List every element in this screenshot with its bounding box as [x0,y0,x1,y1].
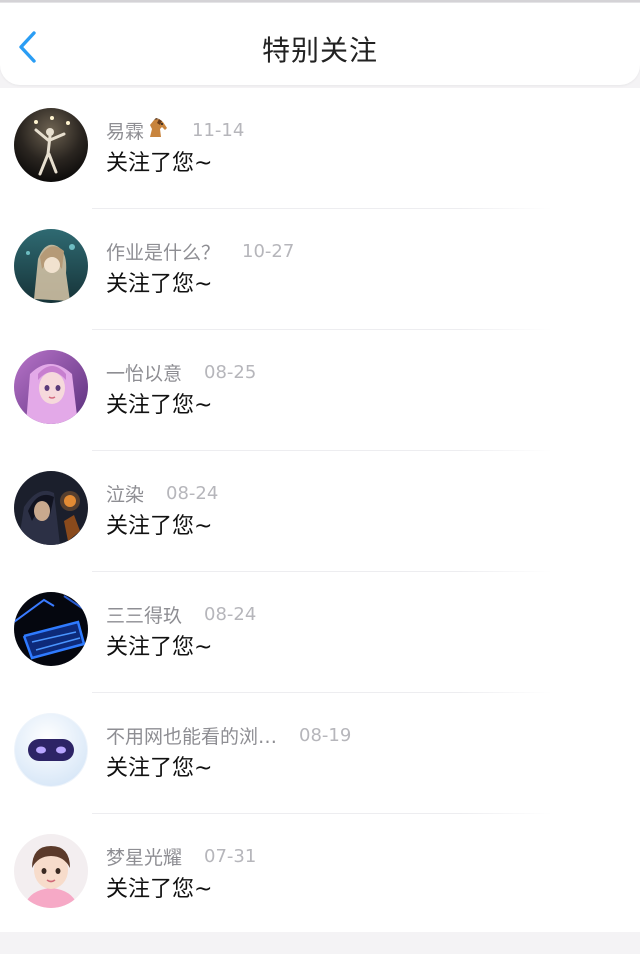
avatar[interactable] [14,350,88,424]
item-message: 关注了您~ [106,635,213,660]
user-name: 泣染 [106,483,145,506]
item-meta: 三三得玖 08-24 [106,600,256,628]
user-name: 不用网也能看的浏… [106,725,278,748]
item-date: 08-25 [204,361,257,383]
avatar[interactable] [14,471,88,545]
user-name: 梦星光耀 [106,846,183,869]
item-message: 关注了您~ [106,756,213,781]
anime-purple-avatar-image [14,350,88,424]
avatar[interactable] [14,713,88,787]
item-meta: 泣染 08-24 [106,479,218,507]
user-name: 易霖 [106,120,145,143]
item-date: 08-24 [166,482,219,504]
blue-neon-avatar-image [14,592,88,666]
item-message: 关注了您~ [106,151,213,176]
nav-header: 特别关注 [0,2,640,85]
item-meta: 不用网也能看的浏… 08-19 [106,721,351,749]
item-message: 关注了您~ [106,393,213,418]
user-name: 三三得玖 [106,604,183,627]
user-name: 作业是什么？ [106,241,221,264]
list-item[interactable]: 泣染 08-24 关注了您~ [0,451,640,572]
item-meta: 作业是什么？ 10-27 [106,237,294,265]
item-message: 关注了您~ [106,272,213,297]
item-meta: 一怡以意 08-25 [106,358,256,386]
item-message: 关注了您~ [106,514,213,539]
item-meta: 梦星光耀 07-31 [106,842,256,870]
list-item[interactable]: 梦星光耀 07-31 关注了您~ [0,814,640,935]
robot-avatar-image [14,713,88,787]
item-date: 08-19 [299,724,352,746]
list-item[interactable]: 作业是什么？ 10-27 关注了您~ [0,209,640,330]
item-date: 10-27 [242,240,295,262]
list-item[interactable]: 易霖 11-14 关注了您~ [0,88,640,209]
item-date: 11-14 [192,119,245,141]
user-name: 一怡以意 [106,362,183,385]
avatar[interactable] [14,229,88,303]
item-meta: 易霖 11-14 [106,116,244,144]
dancer-avatar-image [14,108,88,182]
avatar[interactable] [14,108,88,182]
avatar[interactable] [14,592,88,666]
list-item[interactable]: 三三得玖 08-24 关注了您~ [0,572,640,693]
item-date: 07-31 [204,845,257,867]
page-title: 特别关注 [261,34,378,67]
dark-anime-avatar-image [14,471,88,545]
item-message: 关注了您~ [106,877,213,902]
item-date: 08-24 [204,603,257,625]
anime-teal-avatar-image [14,229,88,303]
list-item[interactable]: 一怡以意 08-25 关注了您~ [0,330,640,451]
horse-icon [146,117,170,143]
cartoon-girl-avatar-image [14,834,88,908]
follow-list: 易霖 11-14 关注了您~ 作业是什么？ 10-27 关注了您~ 一怡以意 0… [0,88,640,932]
list-item[interactable]: 不用网也能看的浏… 08-19 关注了您~ [0,693,640,814]
avatar[interactable] [14,834,88,908]
